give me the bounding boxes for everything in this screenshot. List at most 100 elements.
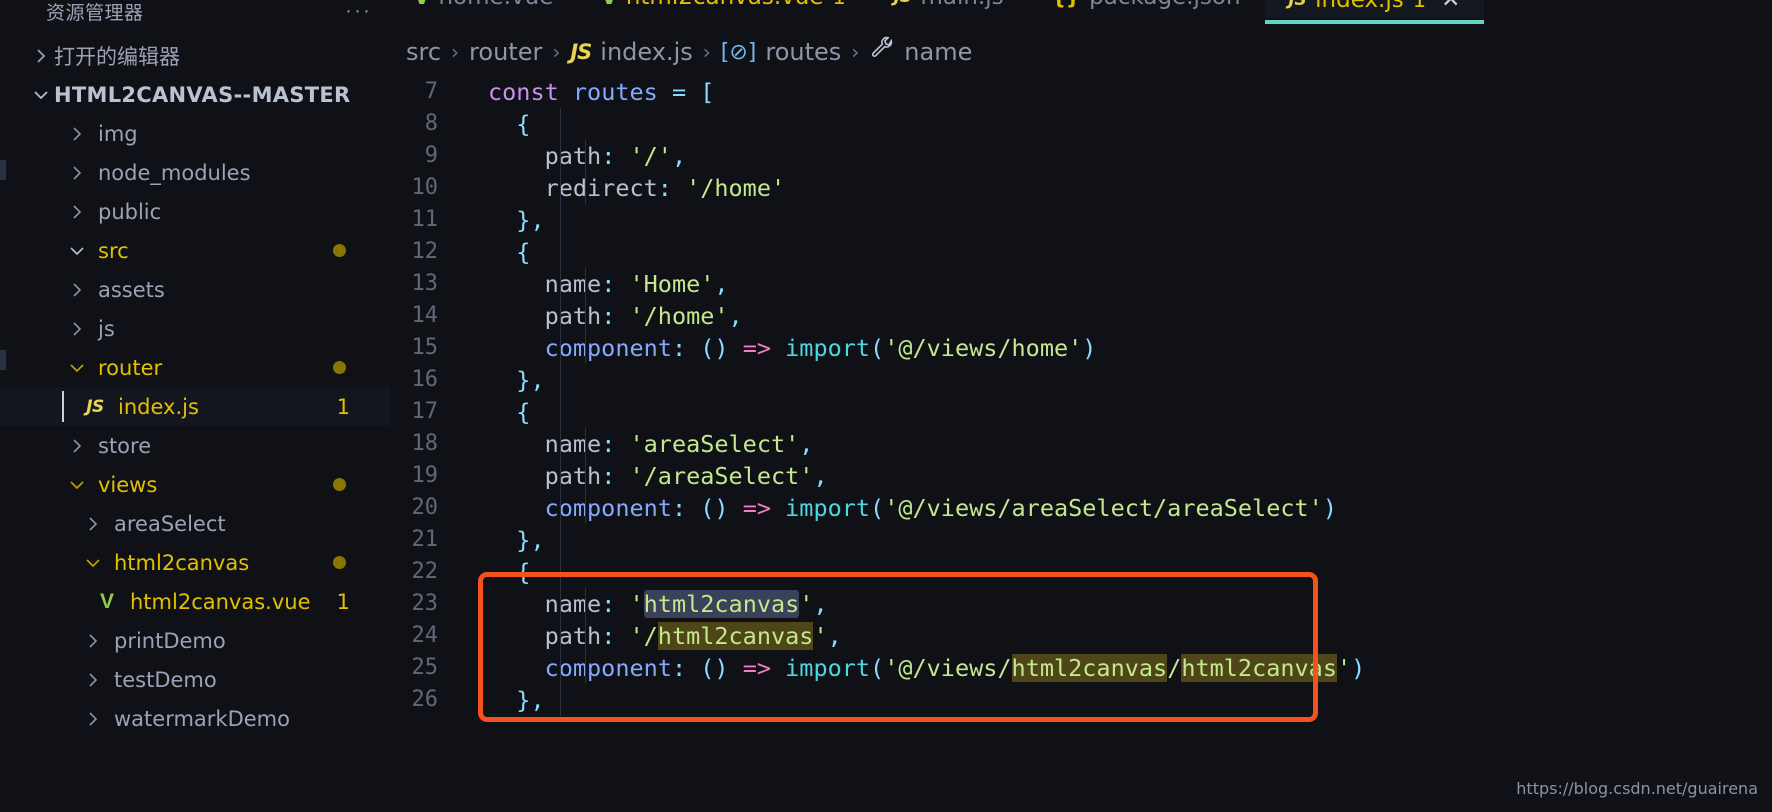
sidebar-item-index-js[interactable]: JS index.js 1 [0, 387, 390, 426]
sidebar-item-label: views [98, 472, 158, 497]
sidebar-item-label: index.js [118, 394, 199, 419]
tab-badge: 1 [1412, 0, 1427, 12]
line-number: 10 [411, 175, 439, 200]
code-line: 13 name: 'Home', [390, 268, 1772, 300]
line-content: { [450, 236, 561, 268]
problem-count-badge: 1 [336, 394, 350, 419]
explorer-header: 资源管理器 ··· [0, 0, 390, 24]
breadcrumb-item-routes[interactable]: [⊘] routes [721, 38, 842, 66]
line-number: 14 [411, 303, 439, 328]
sidebar-item-js[interactable]: js [0, 309, 390, 348]
line-number: 12 [411, 239, 439, 264]
sidebar-item-watermarkdemo[interactable]: watermarkDemo [0, 699, 390, 738]
line-content: }, [450, 684, 561, 716]
line-content: name: 'areaSelect', [544, 428, 814, 460]
line-number: 8 [424, 111, 438, 136]
tab-index-js[interactable]: JS index.js 1 ✕ [1264, 0, 1485, 24]
explorer-more-icon[interactable]: ··· [345, 0, 372, 21]
chevron-right-icon [64, 164, 90, 182]
modified-dot-icon [333, 244, 346, 257]
breadcrumb-label: src [406, 38, 442, 66]
vscode-window: 资源管理器 ··· 打开的编辑器 HTML2CANVAS--MASTER img… [0, 0, 1772, 812]
sidebar-item-store[interactable]: store [0, 426, 390, 465]
breadcrumb-item-src[interactable]: src [406, 38, 441, 66]
line-number: 20 [411, 495, 439, 520]
tab-home-vue[interactable]: V home.vue [390, 0, 577, 12]
json-icon: {} [1052, 0, 1080, 9]
js-file-icon: JS [86, 396, 104, 417]
code-line: 23 name: 'html2canvas', [390, 588, 1772, 620]
code-line: 19 path: '/areaSelect', [390, 460, 1772, 492]
line-content: component: () => import('@/views/home') [544, 332, 1097, 364]
breadcrumb-item-router[interactable]: router [469, 38, 542, 66]
line-number: 18 [411, 431, 439, 456]
sidebar-section-open-editors[interactable]: 打开的编辑器 [0, 36, 390, 75]
chevron-right-icon [80, 671, 106, 689]
modified-dot-icon [333, 556, 346, 569]
line-content: path: '/home', [544, 300, 743, 332]
line-number: 13 [411, 271, 439, 296]
code-line: 14 path: '/home', [390, 300, 1772, 332]
chevron-right-icon [80, 710, 106, 728]
editor-tab-bar: V home.vue V html2canvas.vue 1 JS main.j… [390, 0, 1772, 30]
tab-package-json[interactable]: {} package.json [1028, 0, 1265, 12]
sidebar-item-label: areaSelect [114, 511, 226, 536]
tab-label: package.json [1089, 0, 1240, 10]
line-content: }, [450, 204, 561, 236]
breadcrumb-label: index.js [600, 38, 693, 66]
breadcrumb-item-name[interactable]: name [869, 36, 972, 68]
code-line: 12 { [390, 236, 1772, 268]
line-content: component: () => import('@/views/areaSel… [544, 492, 1337, 524]
wrench-icon [869, 36, 895, 68]
code-line: 7 const routes = [ [390, 76, 1772, 108]
code-line: 26 }, [390, 684, 1772, 716]
breadcrumb-item-index-js[interactable]: JS index.js [570, 38, 692, 66]
code-line: 18 name: 'areaSelect', [390, 428, 1772, 460]
sidebar-item-areaselect[interactable]: areaSelect [0, 504, 390, 543]
watermark-text: https://blog.csdn.net/guairena [1516, 779, 1758, 798]
chevron-right-icon [28, 47, 54, 65]
chevron-down-icon [64, 478, 90, 491]
sidebar-item-img[interactable]: img [0, 114, 390, 153]
modified-dot-icon [333, 478, 346, 491]
line-number: 24 [411, 623, 439, 648]
sidebar-section-label: 打开的编辑器 [54, 44, 180, 69]
sidebar-item-assets[interactable]: assets [0, 270, 390, 309]
editor-area: V home.vue V html2canvas.vue 1 JS main.j… [390, 0, 1772, 812]
tab-main-js[interactable]: JS main.js [870, 0, 1028, 12]
sidebar-item-printdemo[interactable]: printDemo [0, 621, 390, 660]
vue-icon: V [414, 0, 429, 9]
chevron-right-icon [64, 320, 90, 338]
chevron-right-icon [80, 632, 106, 650]
breadcrumb-separator: › [451, 40, 460, 64]
code-line: 16 }, [390, 364, 1772, 396]
sidebar-item-src[interactable]: src [0, 231, 390, 270]
line-number: 7 [424, 79, 438, 104]
breadcrumb-label: name [904, 38, 973, 66]
sidebar-root-folder[interactable]: HTML2CANVAS--MASTER [0, 75, 390, 114]
sidebar-item-testdemo[interactable]: testDemo [0, 660, 390, 699]
sidebar-item-label: node_modules [98, 160, 251, 185]
match-highlight: html2canvas [1181, 654, 1337, 682]
tab-html2canvas-vue[interactable]: V html2canvas.vue 1 [577, 0, 870, 12]
line-content: }, [450, 524, 561, 556]
close-icon[interactable]: ✕ [1441, 0, 1460, 13]
sidebar-item-label: src [98, 238, 129, 263]
sidebar-item-node-modules[interactable]: node_modules [0, 153, 390, 192]
tab-label: home.vue [438, 0, 553, 10]
code-editor[interactable]: 7 const routes = [ 8 { 9 path: '/', 10 r… [390, 74, 1772, 722]
line-number: 15 [411, 335, 439, 360]
code-line: 22 { [390, 556, 1772, 588]
line-content: { [450, 108, 561, 140]
line-number: 26 [411, 687, 439, 712]
sidebar-item-router[interactable]: router [0, 348, 390, 387]
sidebar-item-html2canvas-folder[interactable]: html2canvas [0, 543, 390, 582]
code-line: 17 { [390, 396, 1772, 428]
sidebar-item-views[interactable]: views [0, 465, 390, 504]
sidebar-item-public[interactable]: public [0, 192, 390, 231]
sidebar-item-label: js [98, 316, 115, 341]
tab-label: html2canvas.vue [626, 0, 824, 10]
file-tree: 打开的编辑器 HTML2CANVAS--MASTER img node_modu… [0, 36, 390, 738]
code-line: 25 component: () => import('@/views/html… [390, 652, 1772, 684]
sidebar-item-html2canvas-vue[interactable]: V html2canvas.vue 1 [0, 582, 390, 621]
